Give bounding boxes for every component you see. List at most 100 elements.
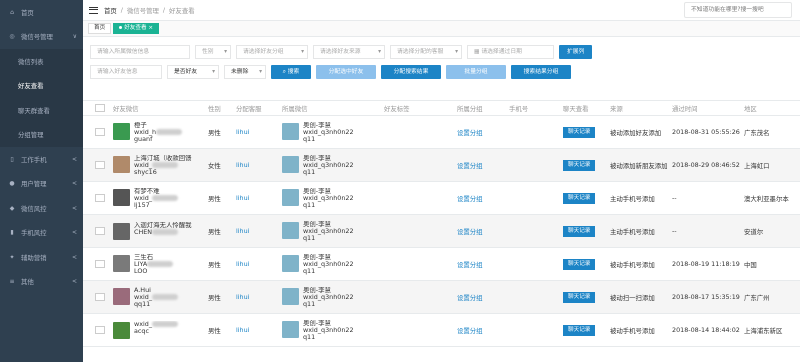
row-select (83, 227, 110, 235)
sidebar-item-10[interactable]: ✦ 辅助营销 < (0, 245, 83, 270)
friend-avatar (113, 122, 130, 140)
breadcrumb-wechat-manage[interactable]: 微信号管理 (127, 6, 159, 15)
header-col-4: 所属微信 (282, 104, 308, 113)
set-group-link[interactable]: 设置分组 (454, 128, 506, 137)
action-button-0[interactable]: ⌕ 搜索 (271, 65, 311, 79)
agent-cell[interactable]: lihui (233, 326, 279, 334)
agent-cell[interactable]: lihui (233, 227, 279, 235)
sidebar-item-1[interactable]: ◎ 微信号管理 ∨ (0, 25, 83, 50)
row-checkbox[interactable] (95, 260, 105, 268)
close-tab-icon[interactable]: × (148, 25, 153, 31)
breadcrumb-home[interactable]: 首页 (104, 6, 117, 15)
row-select (83, 128, 110, 136)
action-button-2[interactable]: 分配搜索结果 (381, 65, 441, 79)
set-group-link[interactable]: 设置分组 (454, 293, 506, 302)
source-cell: 主动手机号添加 (610, 227, 655, 236)
row-checkbox[interactable] (95, 293, 105, 301)
action-button-4[interactable]: 搜索结果分组 (511, 65, 571, 79)
filter-row1-1[interactable]: 性别 (195, 45, 231, 59)
set-group-link[interactable]: 设置分组 (454, 161, 506, 170)
row-select (83, 161, 110, 169)
filter-row1-4[interactable]: 请选择分配的客服 (390, 45, 462, 59)
source-cell: 被动添加新朋友添加 (610, 161, 668, 170)
set-group-link[interactable]: 设置分组 (454, 260, 506, 269)
table-row: 上海汀城（收款回馈 wxid_ shyc16 女性 lihui 奥创-李慧 wxid_q3n… (83, 149, 800, 182)
sidebar-item-3[interactable]: 好友查看 (0, 73, 83, 98)
filter-row2-2[interactable]: 未删除 (224, 65, 266, 79)
shield-icon: ◆ (9, 204, 15, 212)
row-select (83, 326, 110, 334)
chat-record-button[interactable]: 聊天记录 (563, 126, 596, 138)
filter-row2-0[interactable]: 请输入好友信息 (90, 65, 162, 79)
header-col-11: 地区 (744, 104, 757, 113)
chat-record-button[interactable]: 聊天记录 (563, 258, 596, 270)
row-checkbox[interactable] (95, 161, 105, 169)
sidebar-item-2[interactable]: 微信列表 (0, 49, 83, 74)
owner-cell: 奥创-李慧 wxid_q3nh0n22 q11 (279, 254, 381, 275)
chat-record-button[interactable]: 聊天记录 (563, 291, 596, 303)
tab-friends-view[interactable]: 好友查看 × (113, 23, 160, 34)
menu-toggle-icon[interactable] (89, 6, 98, 14)
sidebar-item-label: 首页 (21, 8, 34, 17)
owner-avatar (282, 287, 299, 305)
action-button-3[interactable]: 批量分组 (446, 65, 506, 79)
wechat-icon: ◎ (9, 33, 15, 41)
tab-home[interactable]: 首页 (88, 23, 112, 34)
set-group-link[interactable]: 设置分组 (454, 194, 506, 203)
table-header: 好友微信 性别 分配客服 所属微信 好友标签 所属分组 手机号 聊天查看 来源 通过时间 地区 (83, 100, 800, 116)
friend-avatar (113, 155, 130, 173)
redacted-mask (152, 229, 179, 235)
sidebar-item-label: 分组管理 (18, 131, 44, 140)
agent-cell[interactable]: lihui (233, 293, 279, 301)
chat-record-button[interactable]: 聊天记录 (563, 159, 596, 171)
chat-record-button[interactable]: 聊天记录 (563, 225, 596, 237)
gender-cell: 男性 (208, 326, 221, 335)
region-cell: 安道尔 (744, 227, 764, 236)
set-group-link[interactable]: 设置分组 (454, 326, 506, 335)
row-checkbox[interactable] (95, 194, 105, 202)
chat-cell: 聊天记录 (560, 291, 607, 303)
agent-cell[interactable]: lihui (233, 260, 279, 268)
set-group-link[interactable]: 设置分组 (454, 227, 506, 236)
global-search-input[interactable] (684, 2, 792, 18)
sidebar-item-0[interactable]: ⌂ 首页 (0, 0, 83, 25)
agent-cell[interactable]: lihui (233, 161, 279, 169)
agent-cell[interactable]: lihui (233, 194, 279, 202)
sidebar-item-6[interactable]: ▯ 工作手机 < (0, 147, 83, 172)
row-checkbox[interactable] (95, 326, 105, 334)
gender-cell: 男性 (208, 293, 221, 302)
filter-row1-0[interactable]: 请输入所属微信信息 (90, 45, 190, 59)
chat-record-button[interactable]: 聊天记录 (563, 192, 596, 204)
breadcrumb-current: 好友查看 (169, 6, 195, 15)
sidebar-item-9[interactable]: ▮ 手机风控 < (0, 221, 83, 246)
source-cell: 被动扫一扫添加 (610, 293, 655, 302)
filter-date-label: 请选择通过日期 (481, 49, 522, 55)
filter-row1-2[interactable]: 请选择好友分组 (236, 45, 308, 59)
sidebar-item-label: 用户管理 (21, 180, 47, 189)
agent-cell[interactable]: lihui (233, 128, 279, 136)
chat-cell: 聊天记录 (560, 159, 607, 171)
filter-row1-3[interactable]: 请选择好友来源 (313, 45, 385, 59)
filter-row1-5[interactable]: ▦ 请选择通过日期 (467, 45, 554, 59)
friend-id2: qq11 (134, 299, 151, 308)
sidebar-item-8[interactable]: ◆ 微信风控 < (0, 196, 83, 221)
table-row: A.Hui wxid_ qq11 男性 lihui 奥创-李慧 wxid_q3nh0n22 q… (83, 281, 800, 314)
expand-columns-button[interactable]: 扩展列 (559, 45, 593, 59)
redacted-mask (152, 194, 179, 201)
owner-cell: 奥创-李慧 wxid_q3nh0n22 q11 (279, 320, 381, 341)
time-cell: 2018-08-14 18:44:02 (672, 326, 740, 334)
sidebar-item-4[interactable]: 聊天群查看 (0, 98, 83, 123)
time-cell: -- (672, 227, 677, 235)
row-checkbox[interactable] (95, 128, 105, 136)
home-icon: ⌂ (10, 8, 14, 16)
filter-row2-1[interactable]: 是否好友 (167, 65, 219, 79)
header-col-10: 通过时间 (672, 104, 698, 113)
chat-record-button[interactable]: 聊天记录 (563, 324, 596, 336)
sidebar-item-11[interactable]: ≡ 其他 < (0, 270, 83, 295)
select-all-checkbox[interactable] (95, 104, 105, 112)
sidebar-item-7[interactable]: ● 用户管理 < (0, 172, 83, 197)
action-button-1[interactable]: 分配选中好友 (316, 65, 376, 79)
redacted-mask (156, 128, 183, 135)
row-checkbox[interactable] (95, 227, 105, 235)
sidebar-item-5[interactable]: 分组管理 (0, 122, 83, 147)
